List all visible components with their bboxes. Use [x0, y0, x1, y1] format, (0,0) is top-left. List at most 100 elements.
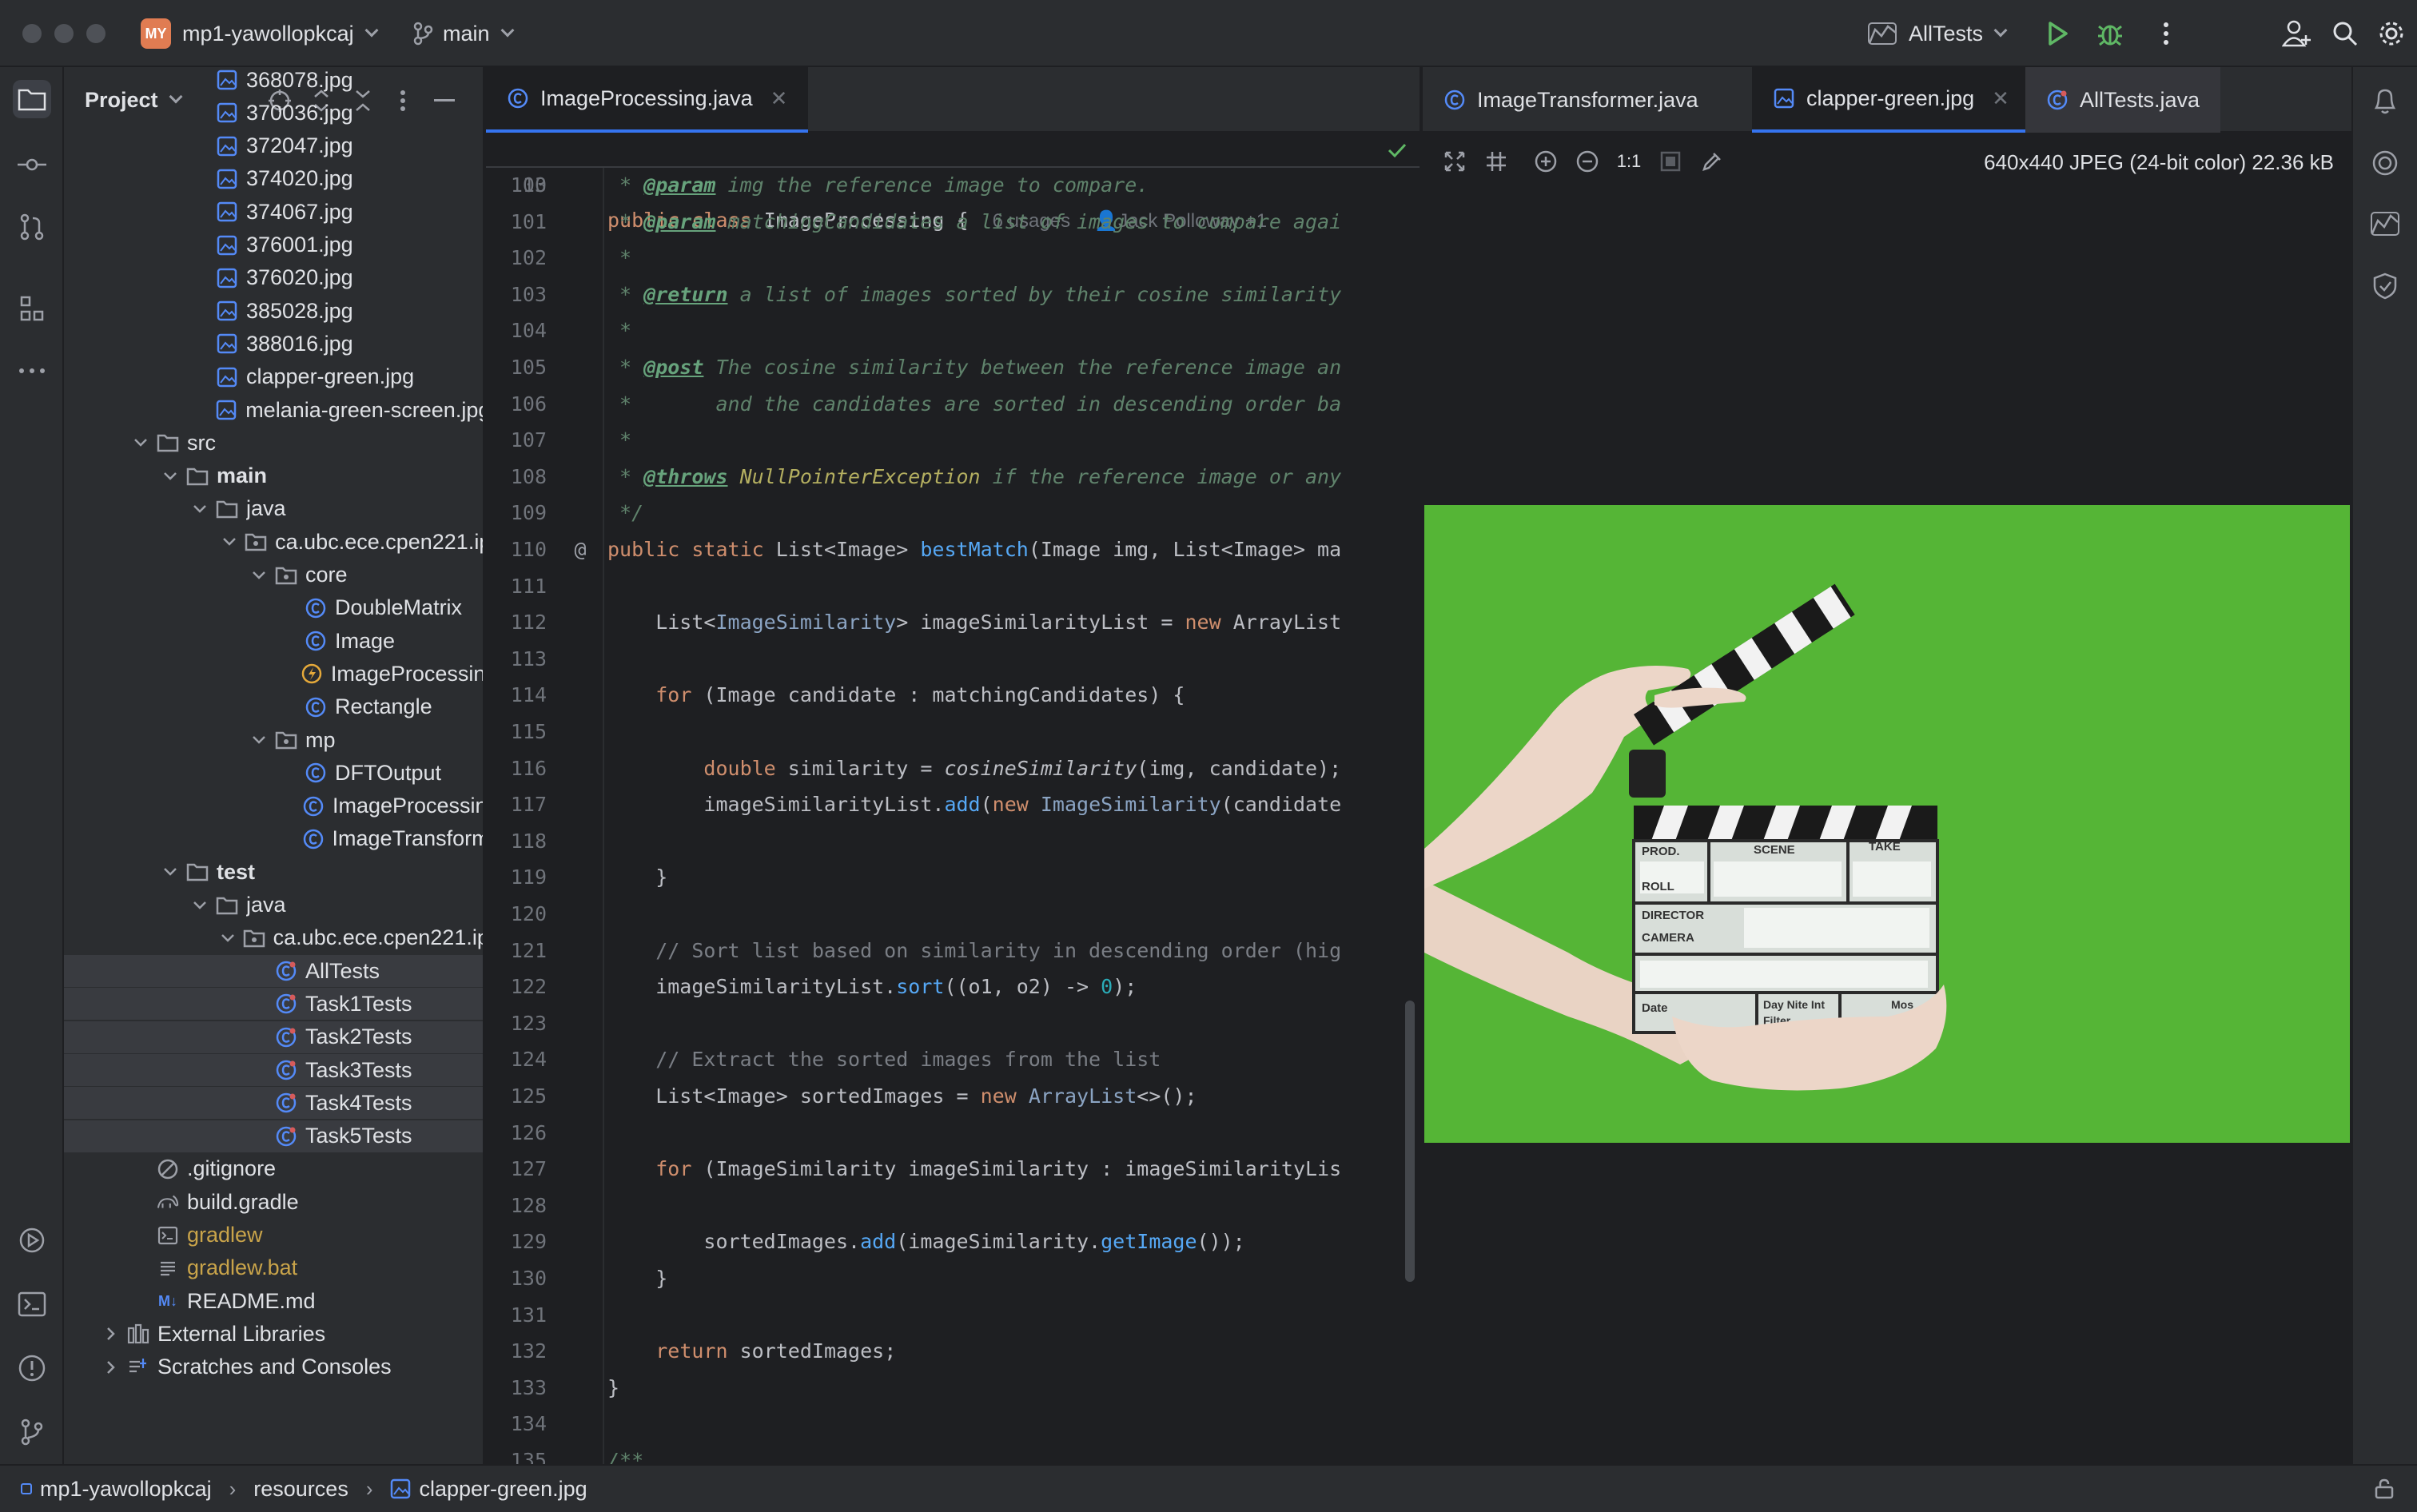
tree-row-package[interactable]: ca.ubc.ece.cpen221.ip.m — [64, 922, 483, 954]
notifications-button[interactable] — [2366, 82, 2404, 120]
chevron-down-icon[interactable] — [159, 465, 181, 487]
tree-row-class[interactable]: DoubleMatrix — [64, 592, 483, 624]
zoom-in-button[interactable] — [1530, 145, 1562, 177]
actual-size-button[interactable]: 1:1 — [1613, 145, 1645, 177]
chevron-down-icon[interactable] — [159, 861, 181, 883]
structure-tool-button[interactable] — [13, 289, 51, 328]
tree-row-folder[interactable]: java — [64, 493, 483, 525]
tree-row-label: Task1Tests — [305, 991, 412, 1016]
more-tool-windows-button[interactable] — [13, 352, 51, 390]
zoom-out-button[interactable] — [1571, 145, 1603, 177]
tree-row-folder[interactable]: test — [64, 856, 483, 888]
window-zoom-button[interactable] — [86, 24, 106, 43]
tree-row-ignore[interactable]: .gitignore — [64, 1153, 483, 1185]
breadcrumb-project[interactable]: mp1-yawollopkcaj — [21, 1477, 212, 1502]
tree-row-image[interactable]: 368078.jpg — [64, 67, 483, 96]
debug-button[interactable] — [2092, 16, 2128, 51]
tree-row-class[interactable]: ImageProcessing — [64, 790, 483, 822]
tree-row-test[interactable]: Task2Tests — [64, 1021, 483, 1053]
terminal-tool-button[interactable] — [13, 1285, 51, 1323]
tree-row-image[interactable]: melania-green-screen.jpg — [64, 394, 483, 426]
coverage-button[interactable] — [2366, 205, 2404, 243]
close-tab-icon[interactable]: ✕ — [770, 86, 788, 111]
tree-row-package[interactable]: mp — [64, 724, 483, 756]
window-close-button[interactable] — [22, 24, 42, 43]
chevron-right-icon[interactable] — [100, 1356, 122, 1379]
tree-row-label: core — [305, 563, 348, 587]
tree-row-test[interactable]: Task5Tests — [64, 1120, 483, 1152]
settings-button[interactable] — [2374, 16, 2409, 51]
tree-row-script[interactable]: gradlew — [64, 1220, 483, 1251]
project-selector[interactable]: MY mp1-yawollopkcaj — [141, 0, 379, 67]
breadcrumb-resources[interactable]: resources — [253, 1477, 348, 1502]
tree-row-folder[interactable]: src — [64, 427, 483, 459]
viewer-tab[interactable]: AllTests.java — [2025, 67, 2221, 133]
tree-row-image[interactable]: 374067.jpg — [64, 196, 483, 228]
branch-selector[interactable]: main — [412, 0, 515, 67]
tree-row-package[interactable]: ca.ubc.ece.cpen221.ip — [64, 526, 483, 558]
tree-row-gradle[interactable]: build.gradle — [64, 1186, 483, 1218]
tree-row-image[interactable]: 376001.jpg — [64, 229, 483, 261]
tree-row-image[interactable]: clapper-green.jpg — [64, 361, 483, 393]
chevron-down-icon[interactable] — [218, 927, 238, 949]
tree-row-libraries[interactable]: External Libraries — [64, 1318, 483, 1350]
ai-assistant-button[interactable] — [2366, 144, 2404, 182]
viewer-tab[interactable]: clapper-green.jpg ✕ — [1752, 67, 2030, 133]
tree-row-markdown[interactable]: M↓ README.md — [64, 1285, 483, 1317]
run-config-selector[interactable]: AllTests — [1867, 0, 2008, 67]
services-tool-button[interactable] — [13, 1221, 51, 1259]
tree-row-image[interactable]: 376020.jpg — [64, 262, 483, 294]
tree-row-image[interactable]: 385028.jpg — [64, 295, 483, 327]
chevron-down-icon[interactable] — [129, 432, 152, 454]
code-line: 106 * and the candidates are sorted in d… — [486, 387, 1420, 422]
chevron-down-icon[interactable] — [218, 531, 240, 553]
security-button[interactable] — [2366, 267, 2404, 305]
read-only-toggle-icon[interactable] — [2374, 1478, 2395, 1499]
more-actions-button[interactable] — [2148, 16, 2184, 51]
tree-row-image[interactable]: 370036.jpg — [64, 97, 483, 129]
toggle-grid-button[interactable] — [1480, 145, 1512, 177]
background-toggle-button[interactable] — [1654, 145, 1686, 177]
code-with-me-button[interactable] — [2280, 16, 2315, 51]
tree-row-test[interactable]: Task3Tests — [64, 1054, 483, 1086]
tree-row-image[interactable]: 388016.jpg — [64, 328, 483, 360]
search-everywhere-button[interactable] — [2327, 16, 2363, 51]
override-marker-icon[interactable]: @ — [566, 532, 595, 567]
tree-row-class[interactable]: DFTOutput — [64, 757, 483, 789]
chevron-down-icon[interactable] — [248, 729, 270, 751]
tree-row-image[interactable]: 372047.jpg — [64, 130, 483, 162]
tree-row-folder[interactable]: main — [64, 460, 483, 492]
tree-row-test[interactable]: AllTests — [64, 955, 483, 988]
commit-tool-button[interactable] — [13, 145, 51, 184]
chevron-right-icon[interactable] — [100, 1323, 122, 1345]
tree-row-scratches[interactable]: Scratches and Consoles — [64, 1351, 483, 1383]
no-problems-check-icon[interactable] — [1386, 139, 1408, 165]
window-minimize-button[interactable] — [54, 24, 74, 43]
git-tool-button[interactable] — [13, 1413, 51, 1451]
color-picker-button[interactable] — [1696, 145, 1728, 177]
tree-row-folder[interactable]: java — [64, 889, 483, 921]
tree-row-class[interactable]: Rectangle — [64, 691, 483, 723]
tree-row-test[interactable]: Task4Tests — [64, 1087, 483, 1120]
tab-imageprocessing-java[interactable]: ImageProcessing.java ✕ — [486, 67, 809, 133]
tree-row-class[interactable]: Image — [64, 625, 483, 657]
tree-row-package[interactable]: core — [64, 559, 483, 591]
tree-row-image[interactable]: 374020.jpg — [64, 163, 483, 195]
editor-scrollbar[interactable] — [1405, 1001, 1415, 1282]
viewer-tab[interactable]: ImageTransformer.java — [1423, 67, 1719, 133]
pull-requests-tool-button[interactable] — [13, 208, 51, 246]
fit-zoom-button[interactable] — [1439, 145, 1471, 177]
tree-row-exception[interactable]: ImageProcessingE — [64, 658, 483, 690]
tree-row-text[interactable]: gradlew.bat — [64, 1252, 483, 1284]
run-button[interactable] — [2040, 16, 2075, 51]
chevron-down-icon[interactable] — [189, 894, 211, 917]
sticky-class-header[interactable]: 13 public class ImageProcessing { 6 usag… — [486, 133, 1420, 232]
chevron-down-icon[interactable] — [189, 498, 211, 520]
close-tab-icon[interactable]: ✕ — [1992, 86, 2009, 111]
tree-row-class[interactable]: ImageTransforme — [64, 823, 483, 855]
breadcrumb-file[interactable]: clapper-green.jpg — [390, 1477, 587, 1502]
chevron-down-icon[interactable] — [248, 564, 270, 587]
tree-row-test[interactable]: Task1Tests — [64, 988, 483, 1021]
problems-tool-button[interactable] — [13, 1349, 51, 1387]
project-tool-button[interactable] — [13, 80, 51, 118]
